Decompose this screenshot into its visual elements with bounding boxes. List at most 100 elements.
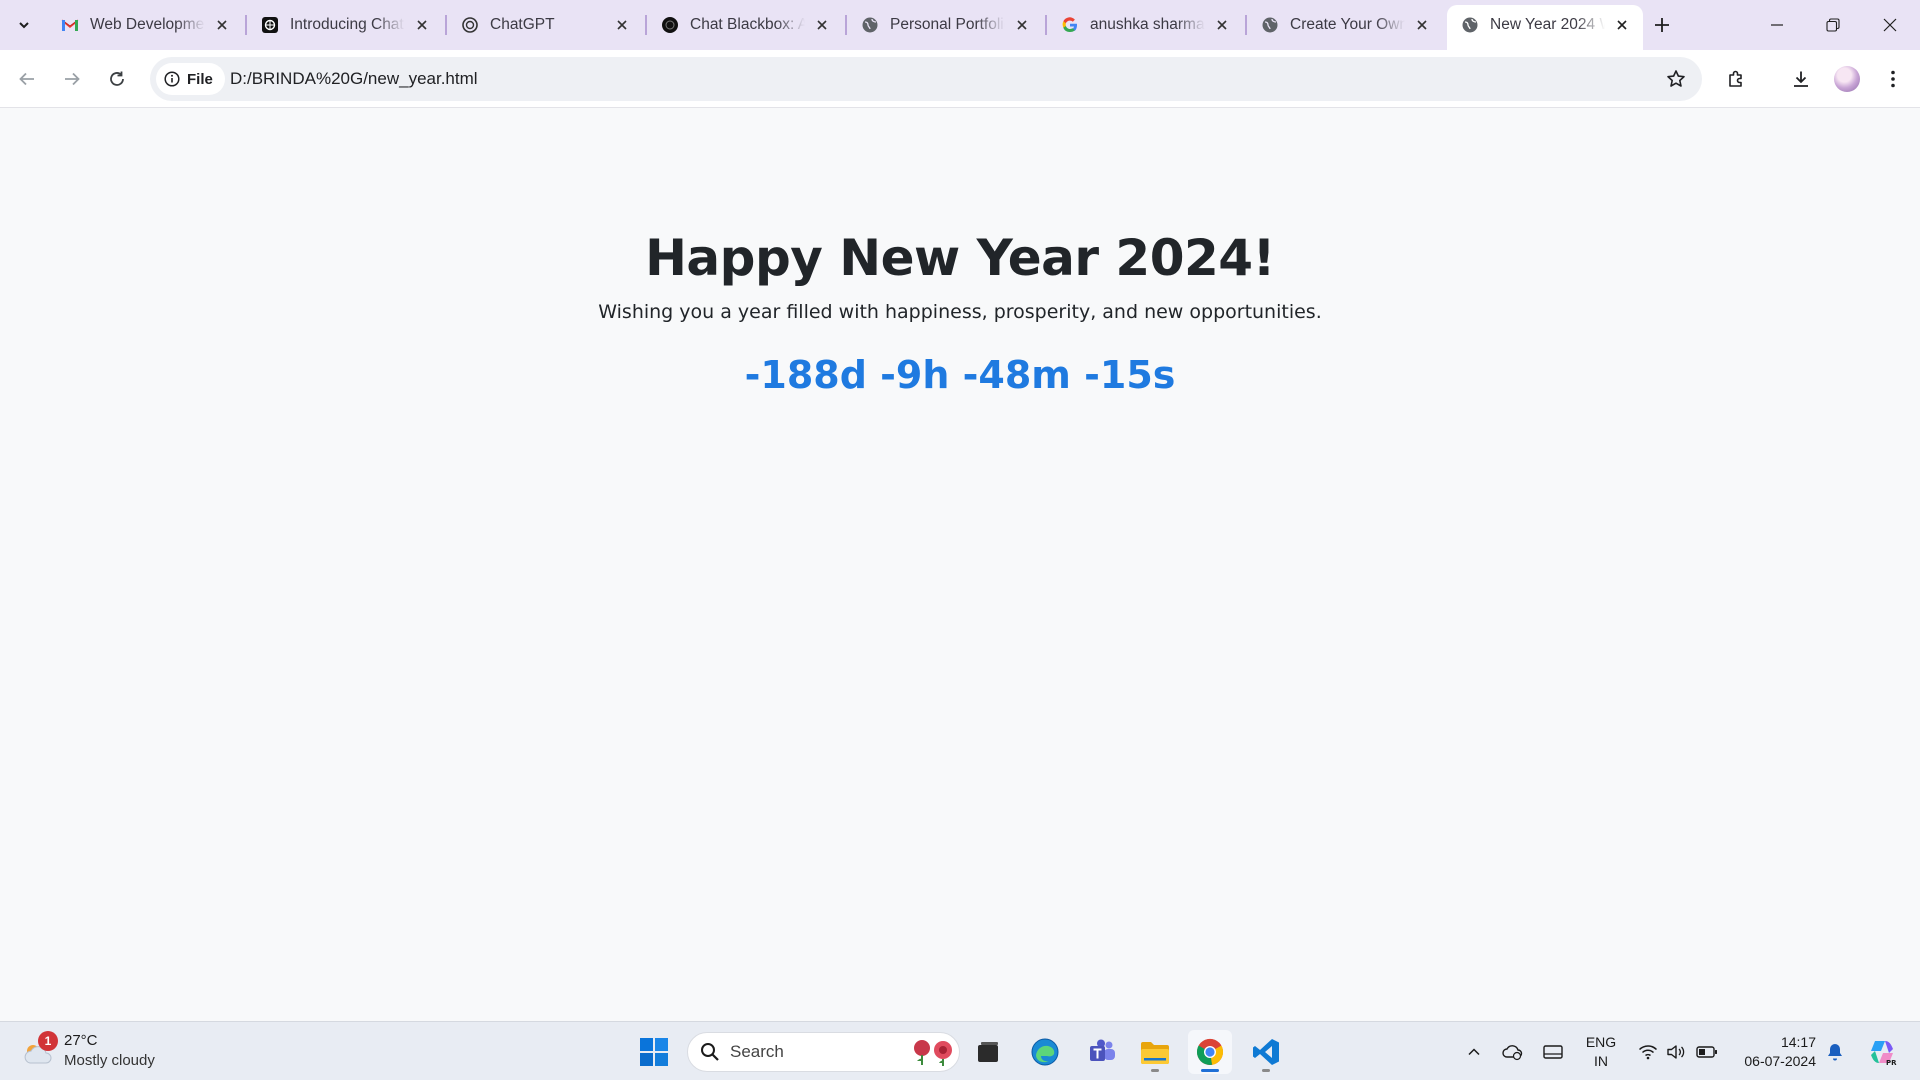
- profile-button[interactable]: [1829, 61, 1865, 97]
- close-icon[interactable]: [1011, 14, 1033, 36]
- tab-new-year-2024[interactable]: New Year 2024 W: [1447, 5, 1643, 50]
- forward-button[interactable]: [54, 61, 90, 97]
- restore-button[interactable]: [1805, 0, 1861, 50]
- close-icon[interactable]: [411, 14, 433, 36]
- language-indicator[interactable]: ENG IN: [1585, 1033, 1617, 1071]
- star-icon: [1667, 70, 1685, 87]
- battery-tray[interactable]: [1694, 1030, 1720, 1074]
- tab-chat-blackbox[interactable]: Chat Blackbox: A: [647, 8, 843, 42]
- chevron-down-icon: [19, 22, 29, 29]
- arrow-left-icon: [19, 72, 34, 86]
- search-placeholder: Search: [730, 1042, 784, 1061]
- chrome-app[interactable]: [1188, 1030, 1232, 1074]
- roses-icon: [914, 1040, 952, 1066]
- file-explorer-app[interactable]: [1133, 1030, 1177, 1074]
- chrome-icon: [1196, 1038, 1224, 1065]
- greeting-message: Wishing you a year filled with happiness…: [598, 301, 1322, 323]
- new-tab-button[interactable]: [1646, 9, 1678, 41]
- google-icon: [1060, 15, 1080, 35]
- hero-section: Happy New Year 2024! Wishing you a year …: [0, 229, 1920, 397]
- tab-title: Create Your Own: [1290, 16, 1405, 33]
- taskbar-search[interactable]: Search: [687, 1032, 960, 1072]
- tab-search-button[interactable]: [8, 9, 40, 41]
- page-title: Happy New Year 2024!: [645, 229, 1275, 287]
- tab-personal-portfolio[interactable]: Personal Portfolio: [847, 8, 1043, 42]
- tablet-tray[interactable]: [1540, 1030, 1566, 1074]
- close-icon[interactable]: [811, 14, 833, 36]
- site-chip-label: File: [187, 70, 213, 88]
- region-code: IN: [1594, 1053, 1608, 1069]
- wifi-tray[interactable]: [1636, 1030, 1660, 1074]
- tab-strip: Web Developme Introducing Chat ChatGPT C…: [0, 0, 1920, 50]
- copilot-icon: PRE: [1871, 1041, 1897, 1067]
- running-indicator: [1262, 1069, 1270, 1072]
- windows-icon: [640, 1038, 668, 1066]
- copilot-button[interactable]: PRE: [1864, 1030, 1900, 1074]
- blackbox-icon: [660, 15, 680, 35]
- address-bar[interactable]: File D:/BRINDA%20G/new_year.html: [150, 57, 1702, 101]
- site-info-chip[interactable]: File: [156, 63, 225, 95]
- clock-date: 06-07-2024: [1744, 1053, 1816, 1069]
- browser-toolbar: File D:/BRINDA%20G/new_year.html: [0, 50, 1920, 108]
- openai-icon: [260, 15, 280, 35]
- volume-tray[interactable]: [1664, 1030, 1688, 1074]
- start-button[interactable]: [632, 1030, 676, 1074]
- teams-icon: [1090, 1039, 1115, 1061]
- close-icon: [1883, 18, 1897, 32]
- extensions-button[interactable]: [1718, 61, 1754, 97]
- close-icon[interactable]: [611, 14, 633, 36]
- back-button[interactable]: [9, 61, 45, 97]
- notifications-button[interactable]: [1822, 1030, 1848, 1074]
- tab-create-your-own[interactable]: Create Your Own: [1247, 8, 1443, 42]
- wifi-icon: [1638, 1045, 1658, 1060]
- gmail-icon: [60, 15, 80, 35]
- tab-title: Personal Portfolio: [890, 16, 1005, 33]
- weather-widget[interactable]: 1 27°C Mostly cloudy: [22, 1030, 155, 1072]
- folder-icon: [1141, 1042, 1169, 1064]
- bell-icon: [1828, 1044, 1842, 1061]
- weather-temperature: 27°C: [64, 1032, 98, 1049]
- running-indicator: [1201, 1069, 1219, 1072]
- bookmark-button[interactable]: [1658, 61, 1694, 97]
- language-code: ENG: [1585, 1034, 1617, 1050]
- minimize-icon: [1771, 24, 1783, 26]
- downloads-button[interactable]: [1783, 61, 1819, 97]
- url-text[interactable]: D:/BRINDA%20G/new_year.html: [230, 57, 478, 101]
- more-vertical-icon: [1891, 70, 1895, 88]
- clock-time: 14:17: [1780, 1034, 1816, 1050]
- close-icon[interactable]: [1211, 14, 1233, 36]
- arrow-right-icon: [65, 72, 80, 86]
- info-icon: [164, 71, 180, 87]
- vscode-icon: [1253, 1039, 1279, 1065]
- page-viewport: Happy New Year 2024! Wishing you a year …: [0, 109, 1920, 1021]
- tab-web-development[interactable]: Web Developme: [47, 8, 243, 42]
- close-icon[interactable]: [1611, 14, 1633, 36]
- system-clock[interactable]: 14:17 06-07-2024: [1732, 1033, 1816, 1071]
- vscode-app[interactable]: [1244, 1030, 1288, 1074]
- tab-title: anushka sharma: [1090, 16, 1205, 33]
- edge-icon: [1031, 1038, 1059, 1066]
- download-icon: [1794, 71, 1808, 87]
- task-view-button[interactable]: [966, 1030, 1010, 1074]
- weather-description: Mostly cloudy: [64, 1052, 155, 1069]
- close-icon[interactable]: [1411, 14, 1433, 36]
- task-view-icon: [978, 1042, 998, 1062]
- tab-title: Introducing Chat: [290, 16, 404, 33]
- globe-icon: [1260, 15, 1280, 35]
- tab-title: New Year 2024 W: [1490, 16, 1605, 33]
- tab-chatgpt[interactable]: ChatGPT: [447, 8, 643, 42]
- edge-app[interactable]: [1023, 1030, 1067, 1074]
- reload-button[interactable]: [99, 61, 135, 97]
- teams-app[interactable]: [1080, 1030, 1124, 1074]
- tab-anushka-sharma[interactable]: anushka sharma: [1047, 8, 1243, 42]
- globe-icon: [1460, 15, 1480, 35]
- show-hidden-icons-button[interactable]: [1462, 1030, 1486, 1074]
- close-icon[interactable]: [211, 14, 233, 36]
- onedrive-tray[interactable]: [1500, 1030, 1526, 1074]
- tab-title: Chat Blackbox: A: [690, 16, 805, 33]
- menu-button[interactable]: [1875, 61, 1911, 97]
- minimize-button[interactable]: [1749, 0, 1805, 50]
- plus-icon: [1655, 18, 1669, 32]
- tab-introducing-chatgpt[interactable]: Introducing Chat: [247, 8, 443, 42]
- close-window-button[interactable]: [1862, 0, 1918, 50]
